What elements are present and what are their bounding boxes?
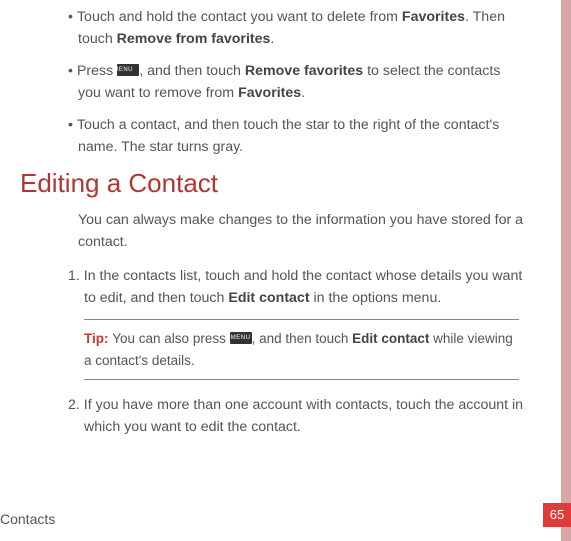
menu-icon: MENU <box>117 64 139 76</box>
tip-block: Tip: You can also press MENU, and then t… <box>84 319 519 380</box>
step-1: 1. In the contacts list, touch and hold … <box>68 265 525 309</box>
step-2: 2. If you have more than one account wit… <box>68 394 525 438</box>
bullet-item-3: •Touch a contact, and then touch the sta… <box>68 114 525 158</box>
text: , and then touch <box>139 63 245 79</box>
bullet-dot: • <box>68 63 77 79</box>
bullet-dot: • <box>68 117 77 133</box>
text: Press <box>77 63 117 79</box>
text: in the options menu. <box>310 290 442 306</box>
tip-label: Tip: <box>84 331 112 346</box>
bold-text: Edit contact <box>352 331 429 346</box>
text: Touch and hold the contact you want to d… <box>77 9 402 25</box>
footer-label: Contacts <box>0 511 55 527</box>
bold-text: Remove favorites <box>245 63 363 79</box>
text: You can also press <box>112 331 229 346</box>
menu-icon: MENU <box>230 332 252 344</box>
bullet-item-2: •Press MENU, and then touch Remove favor… <box>68 60 525 104</box>
bold-text: Edit contact <box>228 290 309 306</box>
section-heading: Editing a Contact <box>20 168 525 199</box>
intro-paragraph: You can always make changes to the infor… <box>78 209 525 253</box>
text: . <box>270 31 274 47</box>
bullet-dot: • <box>68 9 77 25</box>
page-tab-strip <box>561 0 571 541</box>
text: . <box>301 85 305 101</box>
bold-text: Favorites <box>238 85 301 101</box>
bold-text: Favorites <box>402 9 465 25</box>
page-content: •Touch and hold the contact you want to … <box>0 0 555 458</box>
page-number: 65 <box>543 503 571 527</box>
bold-text: Remove from favorites <box>117 31 271 47</box>
bullet-item-1: •Touch and hold the contact you want to … <box>68 6 525 50</box>
tab-color <box>561 0 571 541</box>
text: , and then touch <box>252 331 353 346</box>
text: Touch a contact, and then touch the star… <box>77 117 499 155</box>
